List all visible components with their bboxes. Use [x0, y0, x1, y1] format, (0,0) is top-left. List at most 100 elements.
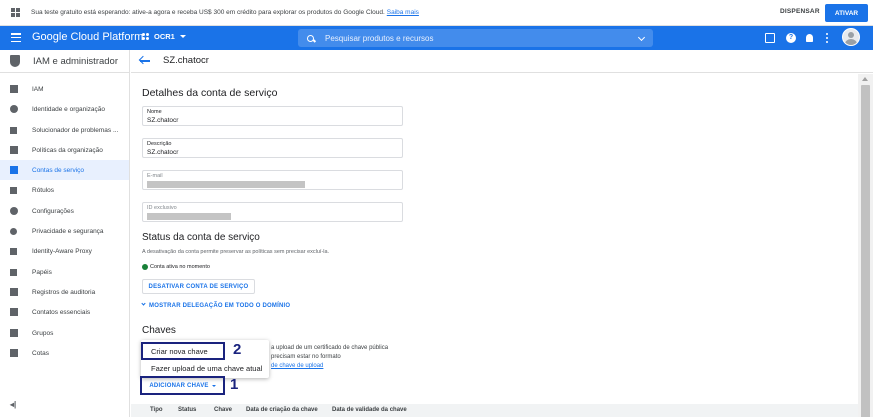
sidebar-item-troubleshooter[interactable]: Solucionador de problemas ... [0, 120, 129, 140]
email-redacted [147, 181, 305, 188]
person-add-icon [10, 85, 18, 93]
sidebar-item-iam[interactable]: IAM [0, 79, 129, 99]
activate-button[interactable]: ATIVAR [825, 4, 868, 22]
search-input[interactable]: Pesquisar produtos e recursos [298, 29, 653, 47]
notifications-icon[interactable] [806, 34, 813, 42]
page-header: SZ.chatocr [131, 50, 873, 73]
sidebar-item-iap[interactable]: Identity-Aware Proxy [0, 241, 129, 261]
description-value: SZ.chatocr [147, 149, 179, 156]
column-type[interactable]: Tipo [150, 407, 163, 413]
email-label: E-mail [147, 173, 163, 179]
collapse-sidebar-icon[interactable]: ◂| [10, 400, 16, 409]
column-created[interactable]: Data de criação da chave [246, 407, 318, 413]
show-delegation-label: MOSTRAR DELEGAÇÃO EM TODO O DOMÍNIO [149, 303, 291, 309]
project-selector[interactable]: OCR1 [142, 32, 186, 41]
name-field[interactable]: Nome SZ.chatocr [142, 106, 403, 126]
app-bar: Google Cloud Platform OCR1 Pesquisar pro… [0, 26, 873, 50]
project-dots-icon [142, 32, 150, 41]
keys-table-header: Tipo Status Chave Data de criação da cha… [131, 404, 858, 417]
back-arrow-icon[interactable] [140, 60, 150, 62]
groups-icon [10, 329, 18, 337]
shield-icon [10, 227, 17, 235]
email-field: E-mail [142, 170, 403, 190]
disable-account-button[interactable]: DESATIVAR CONTA DE SERVIÇO [142, 279, 255, 294]
trial-banner: Sua teste gratuito está esperando: ative… [0, 0, 873, 26]
unique-id-label: ID exclusivo [147, 205, 177, 211]
sidebar-item-label: Papéis [32, 268, 52, 276]
column-status[interactable]: Status [178, 407, 196, 413]
chevron-down-icon [141, 301, 146, 306]
status-ok-text: Conta ativa no momento [150, 264, 210, 270]
sidebar-item-label: Privacidade e segurança [32, 227, 104, 235]
description-field[interactable]: Descrição SZ.chatocr [142, 138, 403, 158]
sidebar-item-label: Contas de serviço [32, 166, 85, 174]
banner-text: Sua teste gratuito está esperando: ative… [31, 9, 385, 16]
sidebar-item-org-policies[interactable]: Políticas da organização [0, 140, 129, 160]
learn-more-link[interactable]: Saiba mais [387, 9, 419, 16]
help-icon[interactable]: ? [786, 33, 796, 43]
sidebar-item-label: Contatos essenciais [32, 308, 91, 316]
status-indicator: Conta ativa no momento [142, 264, 210, 270]
sidebar-item-label: Identity-Aware Proxy [32, 247, 92, 255]
search-icon [307, 34, 314, 42]
details-heading: Detalhes da conta de serviço [142, 87, 278, 99]
caret-down-icon [179, 35, 186, 38]
sidebar-item-identity[interactable]: Identidade e organização [0, 99, 129, 119]
callout-box-2 [141, 342, 225, 360]
upload-key-item[interactable]: Fazer upload de uma chave atual [141, 360, 269, 377]
sidebar-item-roles[interactable]: Papéis [0, 262, 129, 282]
status-hint: A desativação da conta permite preservar… [142, 249, 330, 255]
tag-icon [10, 186, 17, 194]
scroll-up-icon[interactable] [862, 77, 868, 81]
sidebar-item-label: Políticas da organização [32, 146, 103, 154]
upload-key-link[interactable]: de chave de upload [271, 363, 323, 369]
sidebar-item-quotas[interactable]: Cotas [0, 343, 129, 363]
page-title: SZ.chatocr [163, 55, 209, 66]
chevron-down-icon[interactable] [637, 33, 646, 42]
wrench-icon [10, 126, 17, 134]
audit-list-icon [10, 288, 18, 296]
column-expires[interactable]: Data de validade da chave [332, 407, 407, 413]
sidebar-item-service-accounts[interactable]: Contas de serviço [0, 160, 129, 180]
proxy-icon [10, 247, 17, 255]
menu-icon[interactable] [11, 33, 21, 42]
quota-icon [10, 349, 18, 357]
sidebar-item-labels[interactable]: Rótulos [0, 180, 129, 200]
sidebar-item-label: IAM [32, 85, 44, 93]
sidebar-title: IAM e administrador [33, 55, 119, 67]
avatar[interactable] [842, 28, 860, 46]
sidebar: IAM e administrador IAM Identidade e org… [0, 50, 130, 417]
sidebar-item-audit-logs[interactable]: Registros de auditoria [0, 282, 129, 302]
cloud-shell-icon[interactable] [765, 33, 775, 43]
scrollbar-thumb[interactable] [861, 85, 870, 417]
sidebar-item-label: Grupos [32, 329, 54, 337]
sidebar-item-groups[interactable]: Grupos [0, 323, 129, 343]
unique-id-field: ID exclusivo [142, 202, 403, 222]
description-label: Descrição [147, 141, 172, 147]
show-delegation-link[interactable]: MOSTRAR DELEGAÇÃO EM TODO O DOMÍNIO [141, 301, 291, 309]
sidebar-item-label: Cotas [32, 349, 49, 357]
roles-icon [10, 268, 17, 276]
app-title[interactable]: Google Cloud Platform [32, 31, 143, 43]
list-icon [10, 146, 18, 154]
more-vert-icon[interactable] [825, 33, 828, 43]
search-placeholder: Pesquisar produtos e recursos [325, 33, 434, 43]
column-key[interactable]: Chave [214, 407, 232, 413]
name-label: Nome [147, 109, 162, 115]
gift-icon [11, 7, 21, 18]
service-account-icon [10, 166, 18, 174]
keys-description-1: a upload de um certificado de chave públ… [271, 345, 389, 351]
sidebar-item-essential-contacts[interactable]: Contatos essenciais [0, 302, 129, 322]
sidebar-item-label: Registros de auditoria [32, 288, 96, 296]
sidebar-item-privacy[interactable]: Privacidade e segurança [0, 221, 129, 241]
dismiss-button[interactable]: DISPENSAR [780, 8, 820, 15]
callout-number-1: 1 [230, 376, 239, 393]
keys-description-2: precisam estar no formato [271, 354, 341, 360]
sidebar-item-label: Configurações [32, 207, 74, 215]
sidebar-header: IAM e administrador [0, 50, 129, 73]
sidebar-item-settings[interactable]: Configurações [0, 201, 129, 221]
page-scrollbar[interactable] [858, 74, 873, 417]
callout-number-2: 2 [233, 341, 242, 358]
unique-id-redacted [147, 213, 231, 220]
name-value: SZ.chatocr [147, 117, 179, 124]
